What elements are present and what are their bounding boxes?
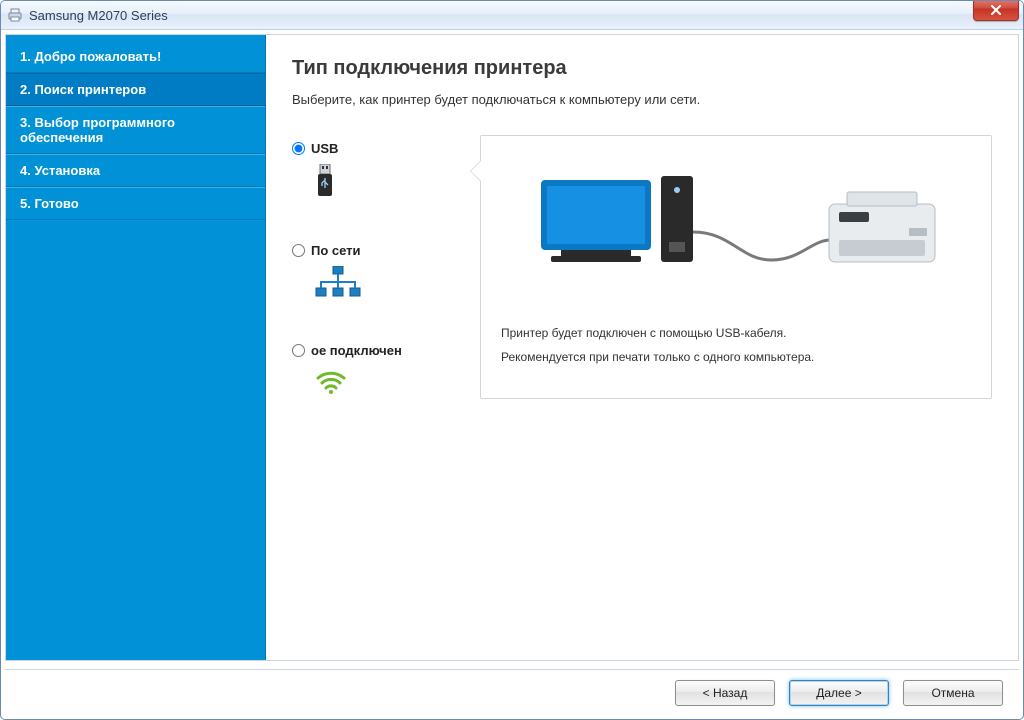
wifi-icon <box>314 366 348 397</box>
option-usb[interactable]: USB <box>292 141 452 203</box>
body: 1. Добро пожаловать! 2. Поиск принтеров … <box>5 34 1019 661</box>
titlebar-buttons <box>973 0 1019 21</box>
network-topology-icon <box>314 266 362 303</box>
page-heading: Тип подключения принтера <box>292 57 992 80</box>
installer-window: Samsung M2070 Series 1. Добро пожаловать… <box>0 0 1024 720</box>
footer: < Назад Далее > Отмена <box>5 669 1019 715</box>
window-title: Samsung M2070 Series <box>29 8 168 23</box>
page-subtitle: Выберите, как принтер будет подключаться… <box>292 92 992 107</box>
option-wireless-label: ое подключен <box>311 343 402 358</box>
usb-connection-diagram <box>501 152 971 302</box>
radio-usb[interactable] <box>292 142 305 155</box>
close-icon <box>990 5 1002 15</box>
usb-device-icon <box>314 164 336 203</box>
content-row: USB <box>292 135 992 399</box>
option-usb-label: USB <box>311 141 338 156</box>
connection-options: USB <box>292 135 452 399</box>
radio-network[interactable] <box>292 244 305 257</box>
sidebar-step-done[interactable]: 5. Готово <box>6 187 265 220</box>
close-button[interactable] <box>973 0 1019 21</box>
sidebar-step-install[interactable]: 4. Установка <box>6 154 265 187</box>
sidebar-step-welcome[interactable]: 1. Добро пожаловать! <box>6 41 265 73</box>
option-wireless[interactable]: ое подключен <box>292 343 452 397</box>
titlebar: Samsung M2070 Series <box>1 1 1023 30</box>
next-button[interactable]: Далее > <box>789 680 889 706</box>
sidebar-step-search[interactable]: 2. Поиск принтеров <box>6 73 265 106</box>
printer-icon <box>7 7 23 23</box>
option-network-label: По сети <box>311 243 361 258</box>
radio-wireless[interactable] <box>292 344 305 357</box>
main: Тип подключения принтера Выберите, как п… <box>266 35 1018 660</box>
description-line-2: Рекомендуется при печати только с одного… <box>501 350 971 364</box>
option-network[interactable]: По сети <box>292 243 452 303</box>
back-button[interactable]: < Назад <box>675 680 775 706</box>
cancel-button[interactable]: Отмена <box>903 680 1003 706</box>
sidebar: 1. Добро пожаловать! 2. Поиск принтеров … <box>6 35 266 660</box>
sidebar-step-software[interactable]: 3. Выбор программного обеспечения <box>6 106 265 154</box>
description-panel: Принтер будет подключен с помощью USB-ка… <box>480 135 992 399</box>
description-line-1: Принтер будет подключен с помощью USB-ка… <box>501 326 971 340</box>
